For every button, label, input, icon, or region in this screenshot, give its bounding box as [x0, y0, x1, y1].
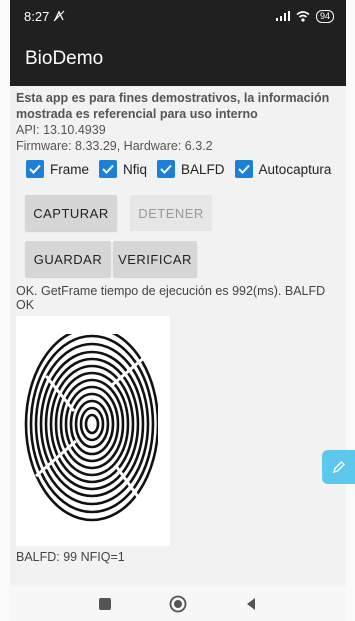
- balfd-checkbox[interactable]: BALFD: [157, 160, 225, 178]
- nfiq-checkbox[interactable]: Nfiq: [99, 160, 147, 178]
- save-button[interactable]: GUARDAR: [25, 241, 111, 277]
- main-content: Esta app es para fines demostrativos, la…: [10, 86, 355, 586]
- circle-icon[interactable]: [169, 595, 187, 613]
- edit-fab-button[interactable]: [322, 450, 355, 484]
- wifi-icon: [296, 10, 310, 22]
- status-time: 8:27: [24, 8, 50, 24]
- checkbox-checked-icon: [26, 160, 44, 178]
- frame-checkbox-label: Frame: [50, 161, 90, 177]
- battery-indicator: 94: [315, 9, 334, 23]
- stop-button[interactable]: DETENER: [130, 195, 212, 231]
- app-bar: BioDemo: [10, 32, 346, 86]
- result-message: OK. GetFrame tiempo de ejecución es 992(…: [16, 284, 326, 312]
- balfd-checkbox-label: BALFD: [181, 161, 225, 177]
- options-row: Frame Nfiq BALFD Autocaptura: [26, 160, 331, 178]
- checkbox-checked-icon: [99, 160, 118, 178]
- status-right: 94: [275, 9, 334, 23]
- pencil-icon: [332, 461, 345, 474]
- quality-metrics: BALFD: 99 NFIQ=1: [16, 550, 125, 564]
- api-version-text: API: 13.10.4939: [16, 123, 106, 137]
- info-block: Esta app es para fines demostrativos, la…: [16, 90, 341, 154]
- frame-checkbox[interactable]: Frame: [26, 160, 89, 178]
- app-title: BioDemo: [25, 48, 104, 69]
- fingerprint-graphic: [16, 316, 170, 546]
- checkbox-checked-icon: [234, 160, 253, 178]
- autocapture-checkbox-label: Autocaptura: [258, 161, 332, 177]
- disclaimer-text: Esta app es para fines demostrativos, la…: [16, 91, 330, 121]
- checkbox-checked-icon: [157, 160, 176, 178]
- system-nav-bar: [10, 586, 346, 621]
- nfiq-checkbox-label: Nfiq: [123, 161, 148, 177]
- firmware-hardware-text: Firmware: 8.33.29, Hardware: 6.3.2: [16, 139, 213, 153]
- signal-icon: [275, 11, 290, 21]
- fingerprint-image: [16, 316, 170, 546]
- status-left: 8:27: [24, 9, 65, 24]
- square-icon[interactable]: [98, 597, 112, 611]
- capture-button[interactable]: CAPTURAR: [25, 195, 117, 231]
- triangle-back-icon[interactable]: [244, 597, 258, 611]
- autocapture-checkbox[interactable]: Autocaptura: [234, 160, 332, 178]
- verify-button[interactable]: VERIFICAR: [113, 241, 197, 277]
- status-bar: 8:27 94: [10, 0, 346, 32]
- notification-icon: [53, 10, 65, 22]
